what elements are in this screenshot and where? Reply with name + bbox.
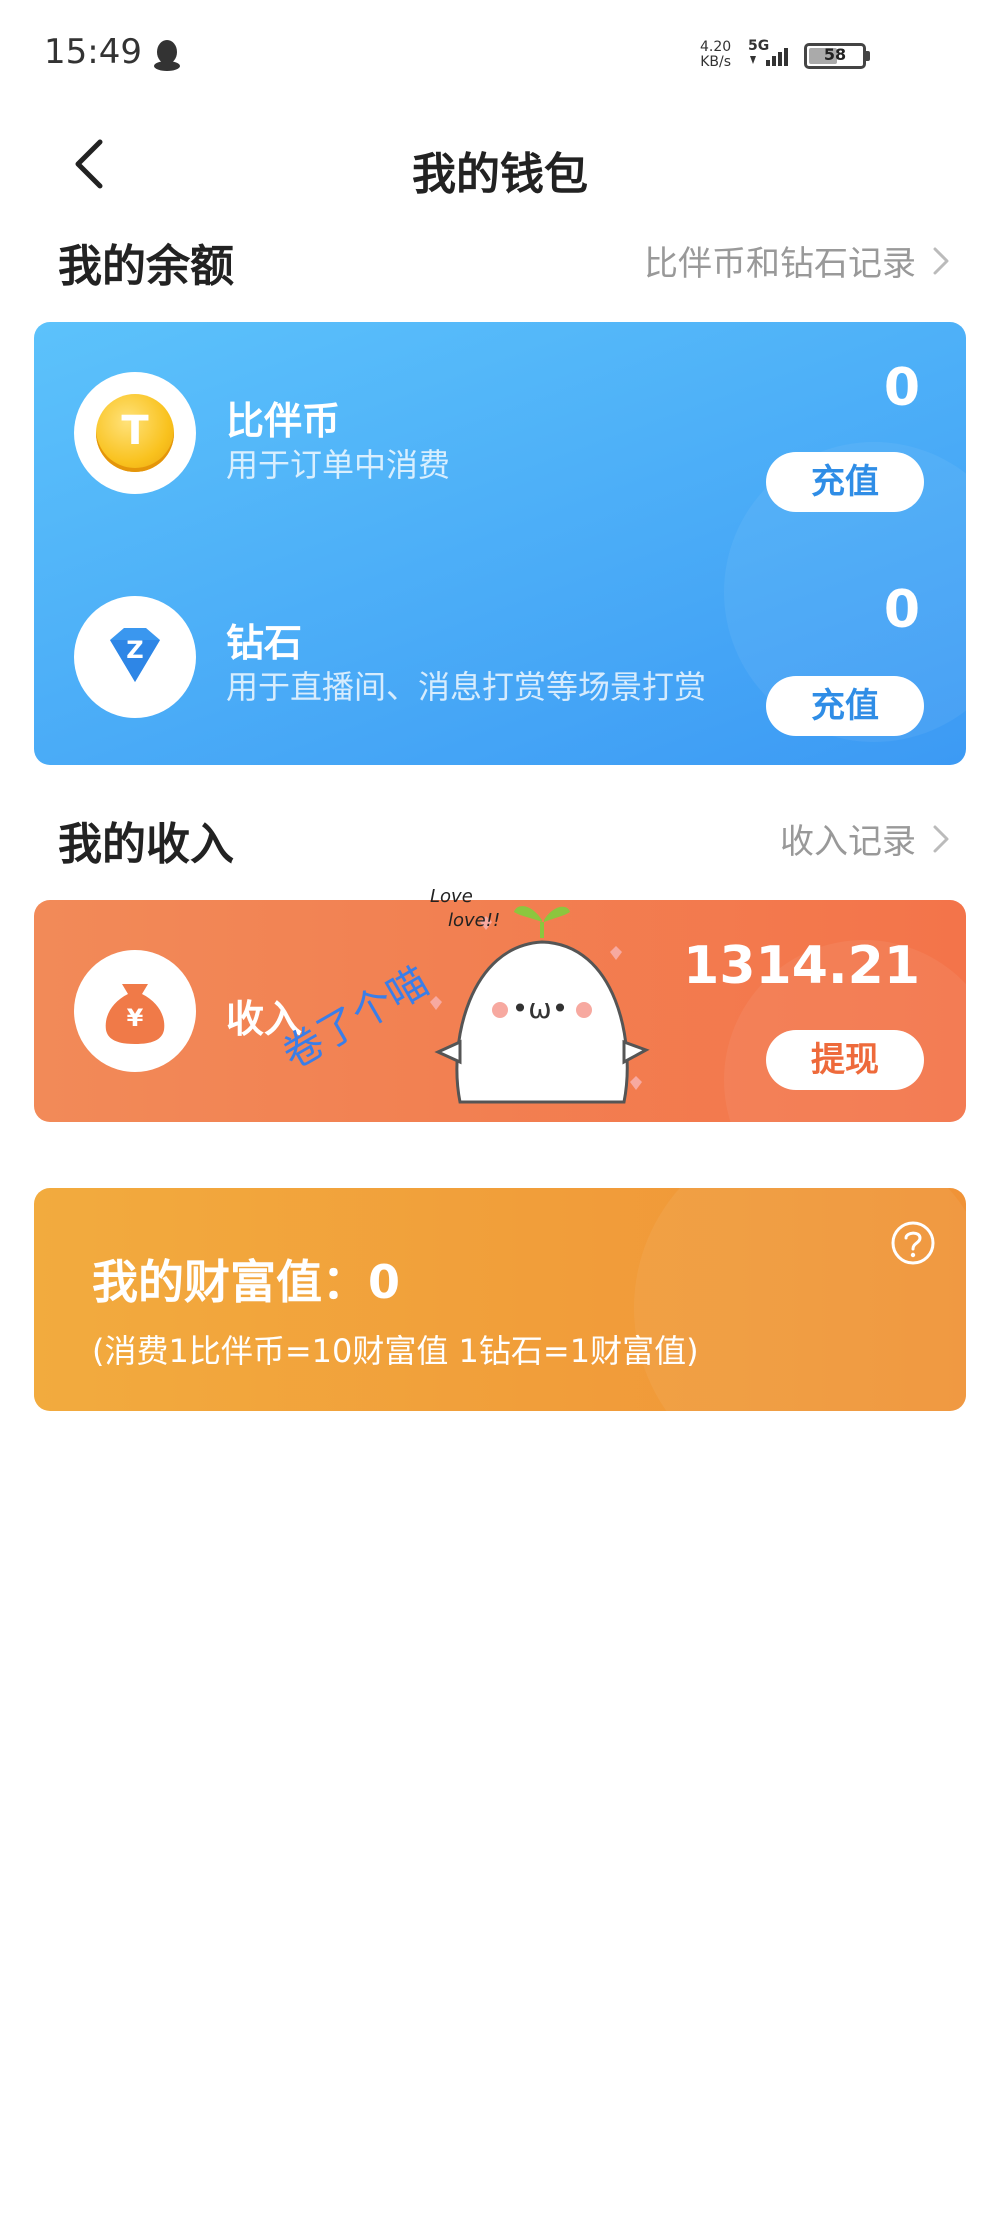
- withdraw-button[interactable]: 提现: [766, 1030, 924, 1090]
- coin-icon-circle: T: [74, 372, 196, 494]
- balance-section-title: 我的余额: [58, 241, 234, 292]
- sticker-love-text-2: love!!: [448, 910, 501, 931]
- income-records-label: 收入记录: [780, 822, 916, 862]
- battery-icon: 58: [804, 43, 866, 69]
- diamond-amount: 0: [883, 580, 920, 640]
- status-time: 15:49: [44, 32, 142, 72]
- wealth-card: 我的财富值：0 (消费1比伴币=10财富值 1钻石=1财富值): [34, 1188, 966, 1411]
- coin-description: 用于订单中消费: [226, 446, 451, 484]
- balance-records-label: 比伴币和钻石记录: [644, 244, 916, 284]
- money-bag-symbol: ¥: [126, 1004, 144, 1032]
- balance-card: T 比伴币 用于订单中消费 0 充值 Z 钻石 用于直播间、消息打赏等场景打赏 …: [34, 322, 966, 765]
- chevron-right-icon: [933, 247, 949, 274]
- diamond-description: 用于直播间、消息打赏等场景打赏: [226, 668, 707, 706]
- chevron-right-icon: [933, 825, 949, 852]
- wealth-conversion-note: (消费1比伴币=10财富值 1钻石=1财富值): [92, 1332, 699, 1370]
- sticker-face-text: •ω•: [511, 992, 569, 1025]
- diamond-icon-letter: Z: [126, 636, 144, 664]
- battery-cap: [866, 51, 870, 61]
- network-speed-value: 4.20: [700, 39, 732, 55]
- qq-penguin-icon: [154, 40, 180, 71]
- signal-bars-icon: [750, 48, 788, 66]
- coin-icon: T: [96, 394, 174, 472]
- diamond-name: 钻石: [226, 621, 303, 665]
- income-records-link[interactable]: 收入记录: [780, 814, 950, 863]
- sticker-overlay: Love love!! •ω•: [420, 882, 660, 1132]
- diamond-icon-circle: Z: [74, 596, 196, 718]
- network-speed: 4.20 KB/s: [700, 40, 731, 70]
- wealth-value-label: 我的财富值：0: [92, 1255, 401, 1309]
- balance-records-link[interactable]: 比伴币和钻石记录: [644, 236, 950, 285]
- coin-amount: 0: [883, 358, 920, 418]
- coin-recharge-button[interactable]: 充值: [766, 452, 924, 512]
- income-amount: 1314.21: [683, 936, 920, 996]
- money-bag-icon-circle: ¥: [74, 950, 196, 1072]
- battery-percentage: 58: [823, 45, 847, 64]
- coin-name: 比伴币: [226, 399, 341, 443]
- signal-indicator: 5G: [748, 38, 794, 70]
- diamond-recharge-button[interactable]: 充值: [766, 676, 924, 736]
- question-icon[interactable]: [890, 1220, 936, 1266]
- network-speed-unit: KB/s: [700, 54, 731, 70]
- coin-icon-letter: T: [121, 408, 149, 454]
- page-title: 我的钱包: [412, 149, 588, 200]
- status-bar: 15:49 4.20 KB/s 5G 58: [0, 0, 1000, 110]
- sticker-love-text-1: Love: [430, 886, 473, 907]
- income-section-title: 我的收入: [58, 819, 234, 870]
